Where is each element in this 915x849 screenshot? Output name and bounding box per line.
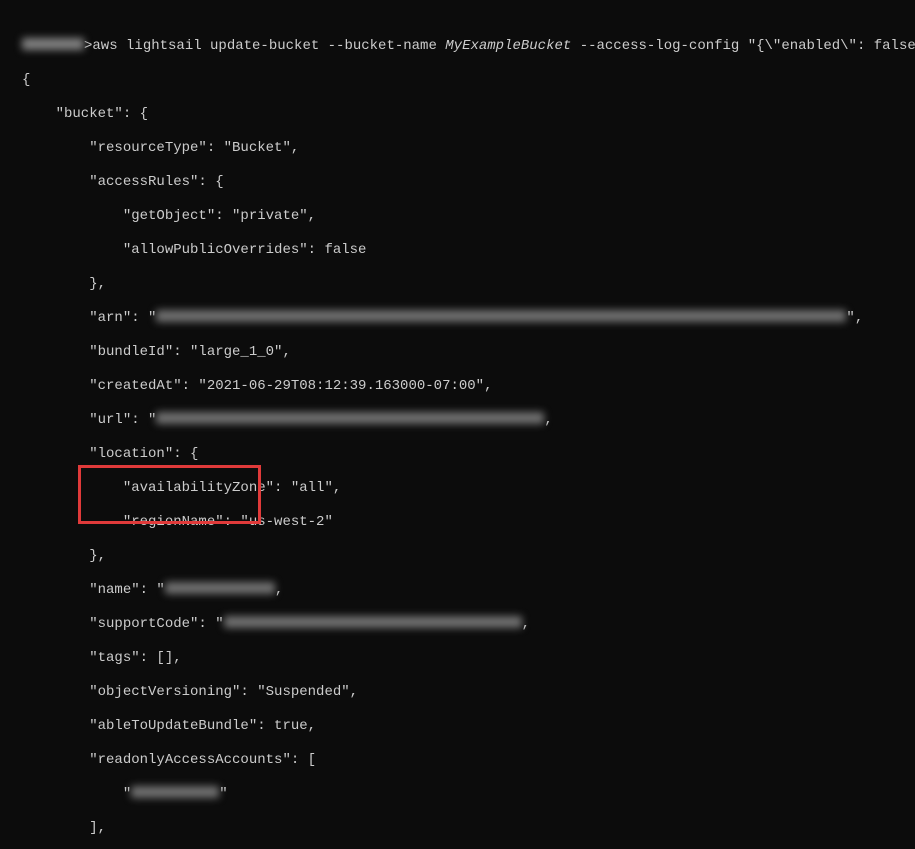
json-line: "bucket": { bbox=[0, 106, 915, 123]
json-line: "allowPublicOverrides": false bbox=[0, 242, 915, 259]
json-line: "availabilityZone": "all", bbox=[0, 480, 915, 497]
json-line: "" bbox=[0, 786, 915, 803]
json-line: }, bbox=[0, 276, 915, 293]
bucket-name-arg: MyExampleBucket bbox=[445, 38, 571, 54]
command-suffix: --access-log-config "{\"enabled\": false… bbox=[571, 38, 915, 54]
redacted-name bbox=[165, 582, 275, 594]
json-line: "objectVersioning": "Suspended", bbox=[0, 684, 915, 701]
json-line: { bbox=[0, 72, 915, 89]
terminal-output: >aws lightsail update-bucket --bucket-na… bbox=[0, 0, 915, 849]
json-line: "url": ", bbox=[0, 412, 915, 429]
json-line: "getObject": "private", bbox=[0, 208, 915, 225]
json-line: "name": ", bbox=[0, 582, 915, 599]
json-line: "readonlyAccessAccounts": [ bbox=[0, 752, 915, 769]
redacted-url bbox=[156, 412, 544, 424]
json-line: "accessRules": { bbox=[0, 174, 915, 191]
redacted-prompt bbox=[22, 38, 84, 50]
command-line: >aws lightsail update-bucket --bucket-na… bbox=[0, 38, 915, 55]
json-line: "resourceType": "Bucket", bbox=[0, 140, 915, 157]
json-line: "supportCode": ", bbox=[0, 616, 915, 633]
json-line: "arn": "", bbox=[0, 310, 915, 327]
json-line: "ableToUpdateBundle": true, bbox=[0, 718, 915, 735]
command-prefix: aws lightsail update-bucket --bucket-nam… bbox=[92, 38, 445, 54]
json-line: }, bbox=[0, 548, 915, 565]
json-line: "bundleId": "large_1_0", bbox=[0, 344, 915, 361]
redacted-arn bbox=[156, 310, 846, 322]
json-line: "regionName": "us-west-2" bbox=[0, 514, 915, 531]
redacted-support-code bbox=[224, 616, 522, 628]
json-line: ], bbox=[0, 820, 915, 837]
json-line: "location": { bbox=[0, 446, 915, 463]
json-line: "tags": [], bbox=[0, 650, 915, 667]
redacted-account bbox=[131, 786, 219, 798]
json-line: "createdAt": "2021-06-29T08:12:39.163000… bbox=[0, 378, 915, 395]
